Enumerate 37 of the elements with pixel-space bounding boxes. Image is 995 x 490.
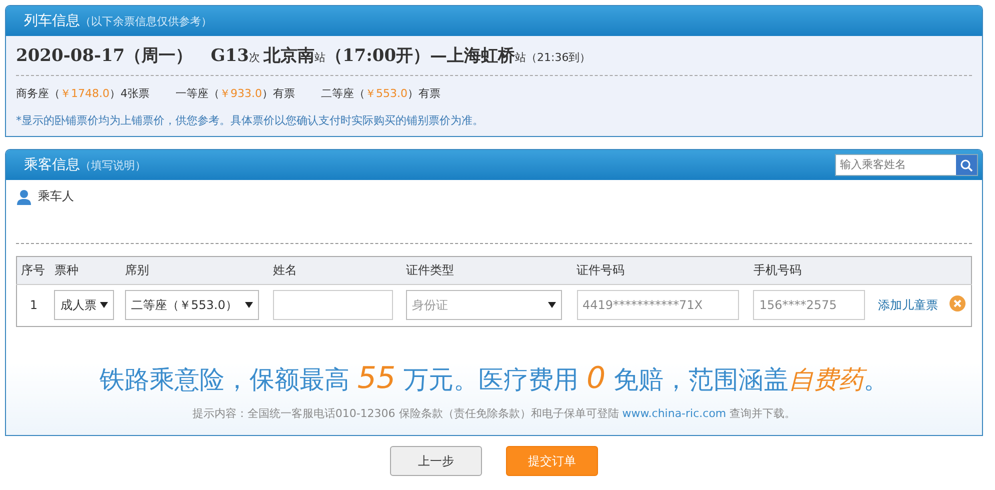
seat-availability: 商务座（￥1748.0）4张票	[16, 86, 150, 101]
search-field[interactable]: 输入乘客姓名	[836, 155, 956, 175]
id-number-field[interactable]: 4419***********71X	[576, 290, 739, 320]
price-note: *显示的卧铺票价均为上铺票价，供您参考。具体票价以您确认支付时实际购买的铺别票价为准。	[16, 113, 484, 129]
train-route: 2020-08-17（周一） G13次 北京南站（17:00开）—上海虹桥站（21:36到）	[16, 40, 972, 76]
panel-title: 列车信息（以下余票信息仅供参考）	[24, 12, 212, 30]
add-child-ticket-link[interactable]: 添加儿童票	[878, 298, 938, 312]
phone-field[interactable]: 156****2575	[753, 290, 866, 320]
column-header: 席别	[121, 256, 269, 284]
column-header: 证件号码	[572, 256, 750, 284]
column-header: 姓名	[268, 256, 402, 284]
submit-order-button[interactable]: 提交订单	[506, 446, 598, 476]
seat-class-select[interactable]: 二等座（￥553.0）	[125, 290, 260, 320]
passengers-label: 乘车人	[38, 188, 74, 205]
insurance-hint: 提示内容：全国统一客服电话010-12306 保险条款（责任免除条款）和电子保单可登陆 www.china-ric.com 查询并下载。	[191, 406, 797, 421]
caret-icon	[100, 302, 108, 308]
id-type-select[interactable]: 身份证	[406, 290, 562, 320]
column-header: 证件类型	[402, 256, 573, 284]
column-header: 票种	[50, 256, 122, 284]
passenger-search[interactable]: 输入乘客姓名	[835, 154, 978, 176]
previous-step-button[interactable]: 上一步	[390, 446, 482, 476]
caret-icon	[245, 302, 254, 308]
panel-title: 乘客信息（填写说明）	[24, 156, 146, 174]
seat-availability: 一等座（￥933.0）有票	[176, 86, 295, 101]
remove-icon[interactable]	[948, 295, 966, 312]
column-header: 手机号码	[749, 256, 874, 284]
caret-icon	[548, 302, 556, 308]
ticket-type-select[interactable]: 成人票	[54, 290, 114, 320]
insurance-slogan: 铁路乘意险，保额最高 55 万元。医疗费用 0 免赔，范围涵盖自费药。	[98, 361, 890, 396]
person-icon	[16, 188, 32, 204]
search-button[interactable]	[956, 155, 977, 175]
name-field[interactable]	[272, 290, 393, 320]
seat-availability: 二等座（￥553.0）有票	[321, 86, 440, 101]
search-icon	[960, 158, 973, 172]
column-header: 序号	[16, 256, 50, 284]
insurer-link[interactable]: www.china-ric.com	[622, 407, 726, 420]
row-number: 1	[16, 284, 50, 326]
